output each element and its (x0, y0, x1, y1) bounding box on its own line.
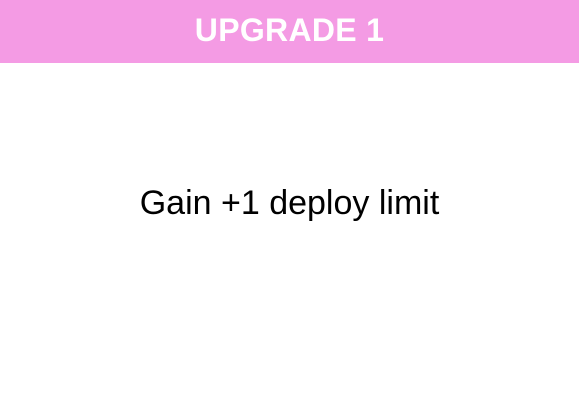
upgrade-title: UPGRADE 1 (194, 11, 385, 48)
upgrade-card[interactable]: UPGRADE 1 Gain +1 deploy limit (0, 0, 579, 400)
upgrade-description: Gain +1 deploy limit (139, 184, 440, 222)
upgrade-header: UPGRADE 1 (0, 0, 579, 63)
